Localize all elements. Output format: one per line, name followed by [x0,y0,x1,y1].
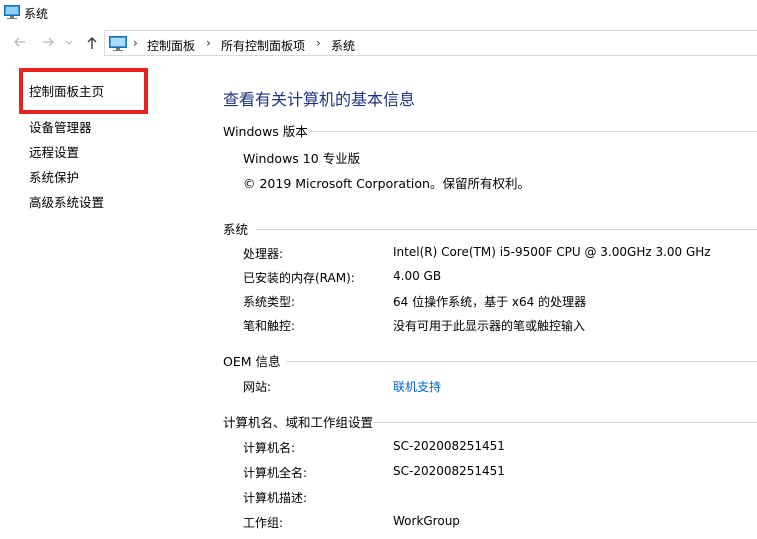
title-bar: 系统 [0,0,757,26]
windows-edition-text: Windows 10 专业版 [243,151,361,166]
workgroup-label: 工作组: [243,516,284,530]
processor-value: Intel(R) Core(TM) i5-9500F CPU @ 3.00GHz… [393,245,711,259]
breadcrumb-control-panel[interactable]: 控制面板 [147,37,195,54]
section-divider [286,361,757,362]
section-heading-computer-name: 计算机名、域和工作组设置 [223,415,374,430]
control-panel-icon [109,36,127,51]
section-divider [310,131,757,132]
workgroup-value: WorkGroup [393,514,460,528]
full-computer-name-value: SC-202008251451 [393,464,505,478]
pen-touch-label: 笔和触控: [243,319,296,333]
arrow-left-icon[interactable] [12,35,28,51]
system-type-label: 系统类型: [243,295,296,309]
window-title: 系统 [24,7,49,21]
online-support-link[interactable]: 联机支持 [393,378,441,395]
section-heading-system: 系统 [223,222,249,237]
main-content: 查看有关计算机的基本信息 Windows 版本 Windows 10 专业版 ©… [0,58,757,539]
website-label: 网站: [243,380,272,394]
breadcrumb-system[interactable]: 系统 [331,37,355,54]
ram-label: 已安装的内存(RAM): [243,271,355,285]
address-bar[interactable]: › 控制面板 › 所有控制面板项 › 系统 [104,30,757,56]
full-computer-name-label: 计算机全名: [243,466,308,480]
pen-touch-value: 没有可用于此显示器的笔或触控输入 [393,319,586,333]
system-type-value: 64 位操作系统，基于 x64 的处理器 [393,295,587,309]
section-heading-oem: OEM 信息 [223,354,281,369]
arrow-right-icon[interactable] [40,35,56,51]
page-title: 查看有关计算机的基本信息 [223,90,416,109]
computer-description-label: 计算机描述: [243,491,308,505]
computer-name-label: 计算机名: [243,441,296,455]
chevron-right-icon[interactable]: › [206,36,211,50]
arrow-up-icon[interactable] [84,35,100,51]
computer-system-icon [4,5,20,19]
copyright-text: © 2019 Microsoft Corporation。保留所有权利。 [243,176,530,191]
processor-label: 处理器: [243,247,284,261]
section-divider [255,229,757,230]
chevron-right-icon[interactable]: › [133,36,138,50]
chevron-right-icon[interactable]: › [316,36,321,50]
section-divider [372,422,757,423]
breadcrumb-all-items[interactable]: 所有控制面板项 [221,37,305,54]
navigation-bar: › 控制面板 › 所有控制面板项 › 系统 [0,28,757,58]
computer-name-value: SC-202008251451 [393,439,505,453]
ram-value: 4.00 GB [393,269,442,283]
section-heading-windows-edition: Windows 版本 [223,124,308,139]
chevron-down-icon[interactable] [64,35,74,51]
